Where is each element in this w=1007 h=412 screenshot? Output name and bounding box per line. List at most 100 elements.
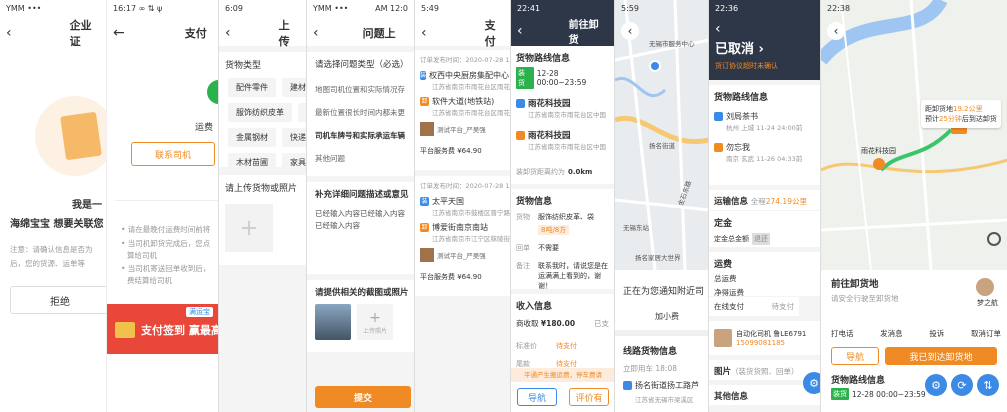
upload-photo-button[interactable]: + 上传照片 [357, 304, 393, 340]
promo-banner[interactable]: 满运宝 支付签到 赢最高 [107, 304, 218, 354]
issue-option[interactable]: 其他问题 [315, 147, 406, 170]
unload-icon: 卸 [420, 97, 429, 106]
goods-size-tag: 8吨/8方 [538, 225, 570, 235]
back-arrow-icon[interactable]: ← [113, 25, 125, 41]
chip[interactable]: 建材 [282, 78, 306, 97]
map-view[interactable]: 雨花科技园 [821, 0, 1007, 270]
receipt-value: 不需要 [538, 244, 559, 252]
status-bar: 5:59 [621, 4, 639, 13]
income-section-title: 收入信息 [516, 302, 553, 312]
success-check-icon [207, 80, 218, 104]
navigate-button[interactable]: 导航 [517, 388, 557, 406]
issue-option[interactable]: 地图司机位置和实际情况存 [315, 78, 406, 101]
tail-pay: 待支付 [771, 302, 795, 311]
chip[interactable]: 木材苗圃 [228, 153, 276, 172]
page-title: 问题上 [362, 27, 396, 40]
image-sub: （装货货照、回单） [731, 367, 799, 376]
load-icon: 装 [420, 71, 427, 80]
truck-photo-thumbnail[interactable] [315, 304, 351, 340]
issue-option-selected[interactable]: 司机车牌号和实际承运车辆 [315, 124, 406, 147]
back-button[interactable]: ‹ [827, 22, 845, 40]
issue-option[interactable]: 最新位置很长时间内都未更 [315, 101, 406, 124]
back-icon[interactable]: ‹ [517, 23, 523, 39]
chip[interactable]: 食 [298, 103, 306, 122]
complain-button[interactable]: 投诉 [929, 328, 944, 339]
red-packet-icon [115, 322, 135, 338]
reject-button[interactable]: 拒绝 [10, 286, 106, 314]
panel-go-unload-map: 雨花科技园 22:38 ‹ 距卸货地19.2公里 预计25分钟后到达卸货 前往卸… [820, 0, 1007, 412]
question-line2: 海绵宝宝 想要关联您 [10, 219, 104, 230]
contact-driver-button[interactable]: 联系司机 [131, 142, 215, 166]
page-title: 上传 [278, 19, 290, 48]
message-button[interactable]: 发消息 [880, 328, 903, 339]
back-icon[interactable]: ‹ [715, 21, 721, 37]
detail-textarea[interactable]: 已经输入内容已经输入内容已经输入内容 [315, 208, 407, 232]
chip[interactable]: 家具家 [282, 153, 306, 172]
chip[interactable]: 金属钢材 [228, 128, 276, 147]
sort-fab-icon[interactable]: ⇅ [977, 374, 999, 396]
remark-key: 备注 [516, 262, 530, 270]
load-time: 立即用车 18:08 [623, 364, 677, 373]
upload-label: 请上传货物或照片 [225, 184, 298, 194]
note-line2: 后，您的货源、运单等 [10, 259, 85, 268]
back-icon[interactable]: ‹ [313, 25, 319, 41]
to-place: 雨花科技园 [528, 131, 571, 141]
add-photo-button[interactable]: + [225, 204, 273, 252]
distance-label: 装卸货距离约为 [516, 168, 565, 176]
detail-label: 补充详细问题描述或意见 [315, 190, 409, 200]
driver-phone[interactable]: 15099081185 [736, 339, 806, 347]
order-card[interactable]: 订单发布时间：2020-07-28 17:48 装权西中央厨房集配中心 江苏省南… [415, 50, 510, 170]
cancel-order-button[interactable]: 取消订单 [971, 328, 1001, 339]
call-button[interactable]: 打电话 [831, 328, 854, 339]
chip[interactable]: 服饰纺织皮革 [228, 103, 292, 122]
order-company: 测试平台_严吴强 [437, 126, 486, 134]
load-date: 12-28 00:00~23:59 [852, 389, 926, 399]
unload-icon: 卸 [420, 223, 429, 232]
status-time: AM 12:0 [375, 4, 408, 13]
total-distance: 274.19公里 [765, 197, 807, 206]
driver-avatar [976, 278, 994, 296]
remark-value: 联系我时，请说您是在运满满上看到的，谢谢！ [538, 262, 608, 290]
panel-report-issue: YMM ••• AM 12:0 ‹ 问题上 请选择问题类型（必选） 地图司机位置和实… [306, 0, 414, 412]
load-square-icon [714, 112, 723, 121]
other-title: 其他信息 [714, 392, 749, 402]
tip-3: • 当司机寄送回单收到后， [121, 264, 211, 273]
order-from-addr: 江苏省南京市鼓楼区晋宁路 [432, 209, 510, 217]
destination-pin-icon [873, 158, 885, 170]
shipping-title: 运输信息 [714, 197, 749, 207]
chip[interactable]: 配件零件 [228, 78, 276, 97]
order-to: 软件大道(地铁站) [432, 97, 495, 106]
review-button[interactable]: 评价有 [569, 388, 609, 406]
back-icon[interactable]: ‹ [421, 25, 427, 41]
map-roads [821, 0, 1007, 270]
settings-fab-icon[interactable]: ⚙ [925, 374, 947, 396]
order-fee: 平台服务费 ¥64.90 [420, 273, 482, 281]
receipt-key: 回单 [516, 244, 530, 252]
add-tip-button[interactable]: 加小费 [615, 297, 708, 322]
order-from: 权西中央厨房集配中心 [429, 71, 510, 80]
back-button[interactable]: ‹ [621, 22, 639, 40]
arrived-button[interactable]: 我已到达卸货地 [885, 347, 997, 365]
order-to-addr: 江苏省南京市江宁区秣陵街 [432, 235, 510, 243]
navigate-button[interactable]: 导航 [831, 347, 879, 365]
status-bar: YMM ••• [313, 4, 349, 13]
map-view[interactable]: 无锡市服务中心 扬名街道 无锡东站 金石东路 扬名家居大世界 [615, 0, 708, 270]
refresh-fab-icon[interactable]: ⟳ [951, 374, 973, 396]
settings-fab-icon[interactable]: ⚙ [803, 372, 820, 394]
panel-cancelled: 22:36 ‹ 已取消 › 货订协议超时未确认 货物路线信息 刘局茶书 杭州 上… [708, 0, 820, 412]
from-addr: 杭州 上城 11-24 24:00前 [726, 124, 803, 132]
chip[interactable]: 快递行 [282, 128, 306, 147]
order-time: 订单发布时间：2020-07-28 17:48 [420, 182, 510, 190]
locate-icon[interactable] [987, 232, 1001, 246]
note-line1: 注意：请确认信息是否为 [10, 245, 93, 254]
back-icon[interactable]: ‹ [225, 25, 231, 41]
photo-label: 请提供相关的截图或照片 [315, 288, 409, 298]
status-bar: 6:09 [225, 4, 243, 13]
order-from-addr: 江苏省南京市雨花台区雨花 [432, 83, 510, 91]
order-card[interactable]: 订单发布时间：2020-07-28 17:48 装太平天国 江苏省南京市鼓楼区晋… [415, 176, 510, 296]
panel-pay-orders: 5:49 ‹支付 订单发布时间：2020-07-28 17:48 装权西中央厨房… [414, 0, 510, 412]
back-icon[interactable]: ‹ [6, 25, 12, 41]
promo-strip: 平通产生搬运费，停车费请 [511, 368, 614, 382]
submit-button[interactable]: 提交 [315, 386, 411, 408]
issue-type-label: 请选择问题类型（必选） [315, 60, 409, 70]
